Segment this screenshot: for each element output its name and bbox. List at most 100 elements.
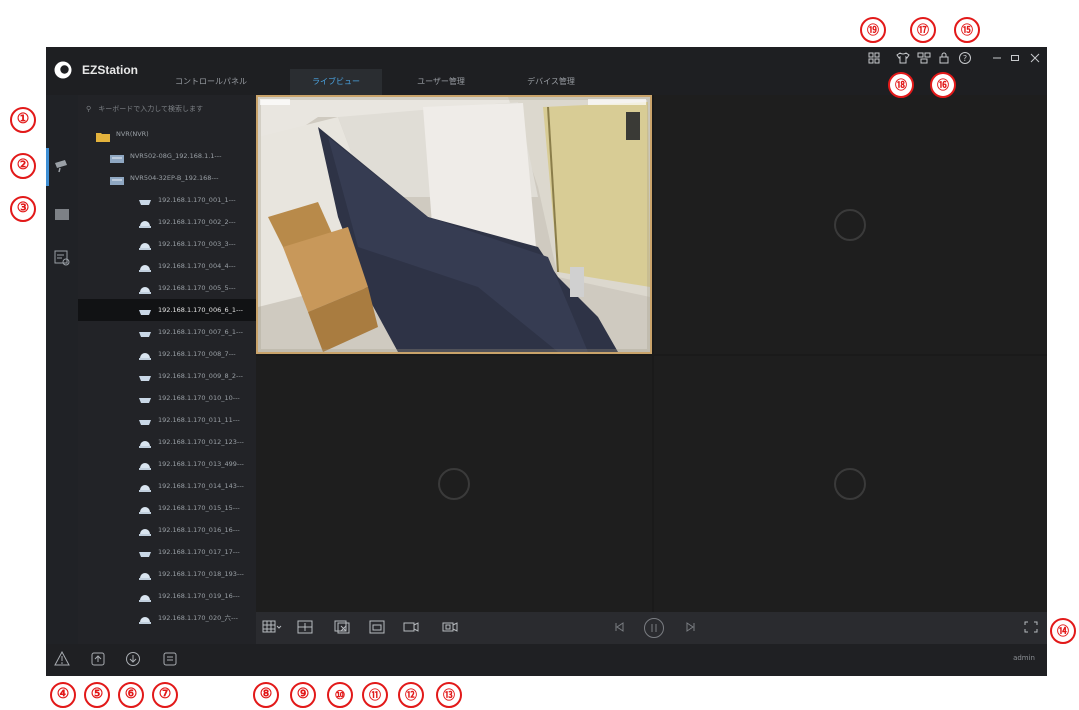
camera-icon[interactable] — [52, 156, 72, 176]
video-cell-1[interactable] — [255, 94, 653, 355]
ezstation-window: EZStation コントロールパネル ライブビュー ユーザー管理 デバイス管理… — [46, 47, 1047, 676]
tree-camera[interactable]: 192.168.1.170_015_15--- — [78, 497, 256, 519]
search-field[interactable]: ⚲ キーボードで入力して検索します — [86, 101, 246, 117]
tree-item-label: NVR504-32EP-B_192.168--- — [130, 174, 219, 182]
tree-item-label: 192.168.1.170_009_8_2--- — [158, 372, 244, 380]
callout-5: ⑤ — [84, 682, 110, 708]
alarm-icon[interactable] — [54, 651, 70, 667]
tree-item-label: NVR(NVR) — [116, 130, 149, 138]
svg-text:?: ? — [963, 54, 967, 63]
tree-camera[interactable]: 192.168.1.170_010_10--- — [78, 387, 256, 409]
tree-item-label: 192.168.1.170_015_15--- — [158, 504, 240, 512]
callout-12: ⑫ — [398, 682, 424, 708]
tree-item-label: 192.168.1.170_014_143--- — [158, 482, 244, 490]
app-title: EZStation — [82, 63, 138, 77]
callout-16: ⑯ — [930, 72, 956, 98]
camera-placeholder-icon — [438, 468, 470, 500]
stop-record-icon[interactable] — [442, 620, 458, 634]
callout-15: ⑮ — [954, 17, 980, 43]
log-icon[interactable] — [162, 651, 178, 667]
shirt-icon[interactable] — [896, 51, 910, 65]
live-camera-image — [255, 94, 653, 355]
tree-camera[interactable]: 192.168.1.170_001_1--- — [78, 189, 256, 211]
lock-icon[interactable] — [937, 51, 951, 65]
tree-item-label: 192.168.1.170_011_11--- — [158, 416, 240, 424]
tree-item-label: 192.168.1.170_007_6_1--- — [158, 328, 244, 336]
network-icon[interactable] — [917, 51, 931, 65]
tree-camera[interactable]: 192.168.1.170_018_193--- — [78, 563, 256, 585]
tree-item-label: 192.168.1.170_002_2--- — [158, 218, 236, 226]
camera-placeholder-icon — [834, 468, 866, 500]
logged-in-user: admin — [1013, 654, 1035, 662]
close-icon[interactable] — [1028, 51, 1042, 65]
close-all-icon[interactable] — [334, 620, 350, 634]
tree-camera[interactable]: 192.168.1.170_006_6_1--- — [78, 299, 256, 321]
snapshot-icon[interactable] — [369, 620, 385, 634]
tree-item-label: 192.168.1.170_010_10--- — [158, 394, 240, 402]
playback-icon[interactable] — [52, 205, 72, 225]
video-grid — [255, 94, 1047, 612]
tab-user-management[interactable]: ユーザー管理 — [396, 69, 486, 95]
tab-control-panel[interactable]: コントロールパネル — [166, 69, 256, 95]
video-cell-2[interactable] — [654, 95, 1047, 354]
video-cell-3[interactable] — [256, 356, 652, 612]
pause-icon[interactable] — [643, 617, 665, 639]
next-icon[interactable] — [682, 620, 698, 634]
video-cell-4[interactable] — [654, 356, 1047, 612]
tab-device-management[interactable]: デバイス管理 — [506, 69, 596, 95]
tree-camera[interactable]: 192.168.1.170_009_8_2--- — [78, 365, 256, 387]
app-logo-icon — [54, 61, 72, 79]
fullscreen-icon[interactable] — [1023, 620, 1039, 634]
tree-camera[interactable]: 192.168.1.170_011_11--- — [78, 409, 256, 431]
minimize-icon[interactable] — [990, 51, 1004, 65]
tree-item-label: 192.168.1.170_004_4--- — [158, 262, 236, 270]
tree-camera[interactable]: 192.168.1.170_007_6_1--- — [78, 321, 256, 343]
record-icon[interactable] — [403, 620, 419, 634]
tree-item-label: 192.168.1.170_012_123--- — [158, 438, 244, 446]
tree-camera[interactable]: 192.168.1.170_002_2--- — [78, 211, 256, 233]
tree-item-label: 192.168.1.170_006_6_1--- — [158, 306, 244, 314]
tree-camera[interactable]: 192.168.1.170_004_4--- — [78, 255, 256, 277]
tree-camera[interactable]: 192.168.1.170_013_499--- — [78, 453, 256, 475]
tree-nvr[interactable]: NVR504-32EP-B_192.168--- — [78, 167, 256, 189]
callout-2: ② — [10, 153, 36, 179]
tree-item-label: 192.168.1.170_018_193--- — [158, 570, 244, 578]
tree-item-label: 192.168.1.170_020_六--- — [158, 614, 238, 622]
tree-camera[interactable]: 192.168.1.170_019_16--- — [78, 585, 256, 607]
upload-icon[interactable] — [90, 651, 106, 667]
callout-1: ① — [10, 107, 36, 133]
tree-camera[interactable]: 192.168.1.170_012_123--- — [78, 431, 256, 453]
split-screen-icon[interactable] — [297, 620, 313, 634]
search-placeholder: キーボードで入力して検索します — [98, 105, 204, 113]
callout-19: ⑲ — [860, 17, 886, 43]
tree-camera[interactable]: 192.168.1.170_017_17--- — [78, 541, 256, 563]
download-icon[interactable] — [125, 651, 141, 667]
tree-item-label: 192.168.1.170_013_499--- — [158, 460, 244, 468]
layout-icon[interactable] — [868, 51, 882, 65]
camera-placeholder-icon — [834, 209, 866, 241]
tree-item-label: 192.168.1.170_005_5--- — [158, 284, 236, 292]
event-icon[interactable] — [52, 248, 72, 268]
tree-camera[interactable]: 192.168.1.170_014_143--- — [78, 475, 256, 497]
tree-nvr[interactable]: NVR502-08G_192.168.1.1--- — [78, 145, 256, 167]
tree-camera[interactable]: 192.168.1.170_016_16--- — [78, 519, 256, 541]
tree-item-label: 192.168.1.170_003_3--- — [158, 240, 236, 248]
tree-item-label: 192.168.1.170_008_7--- — [158, 350, 236, 358]
tree-camera[interactable]: 192.168.1.170_008_7--- — [78, 343, 256, 365]
maximize-icon[interactable] — [1008, 51, 1022, 65]
callout-14: ⑭ — [1050, 618, 1076, 644]
help-icon[interactable]: ? — [958, 51, 972, 65]
previous-icon[interactable] — [612, 620, 628, 634]
tab-live-view[interactable]: ライブビュー — [290, 69, 382, 95]
left-rail — [46, 95, 78, 644]
tree-item-label: 192.168.1.170_016_16--- — [158, 526, 240, 534]
callout-4: ④ — [50, 682, 76, 708]
video-toolbar — [256, 612, 1047, 644]
tree-root[interactable]: NVR(NVR) — [78, 123, 256, 145]
tree-camera[interactable]: 192.168.1.170_005_5--- — [78, 277, 256, 299]
tree-camera[interactable]: 192.168.1.170_003_3--- — [78, 233, 256, 255]
screen-layout-icon[interactable] — [262, 620, 282, 634]
tree-camera[interactable]: 192.168.1.170_020_六--- — [78, 607, 256, 629]
rail-active-indicator — [46, 148, 49, 186]
callout-10: ⑩ — [327, 682, 353, 708]
